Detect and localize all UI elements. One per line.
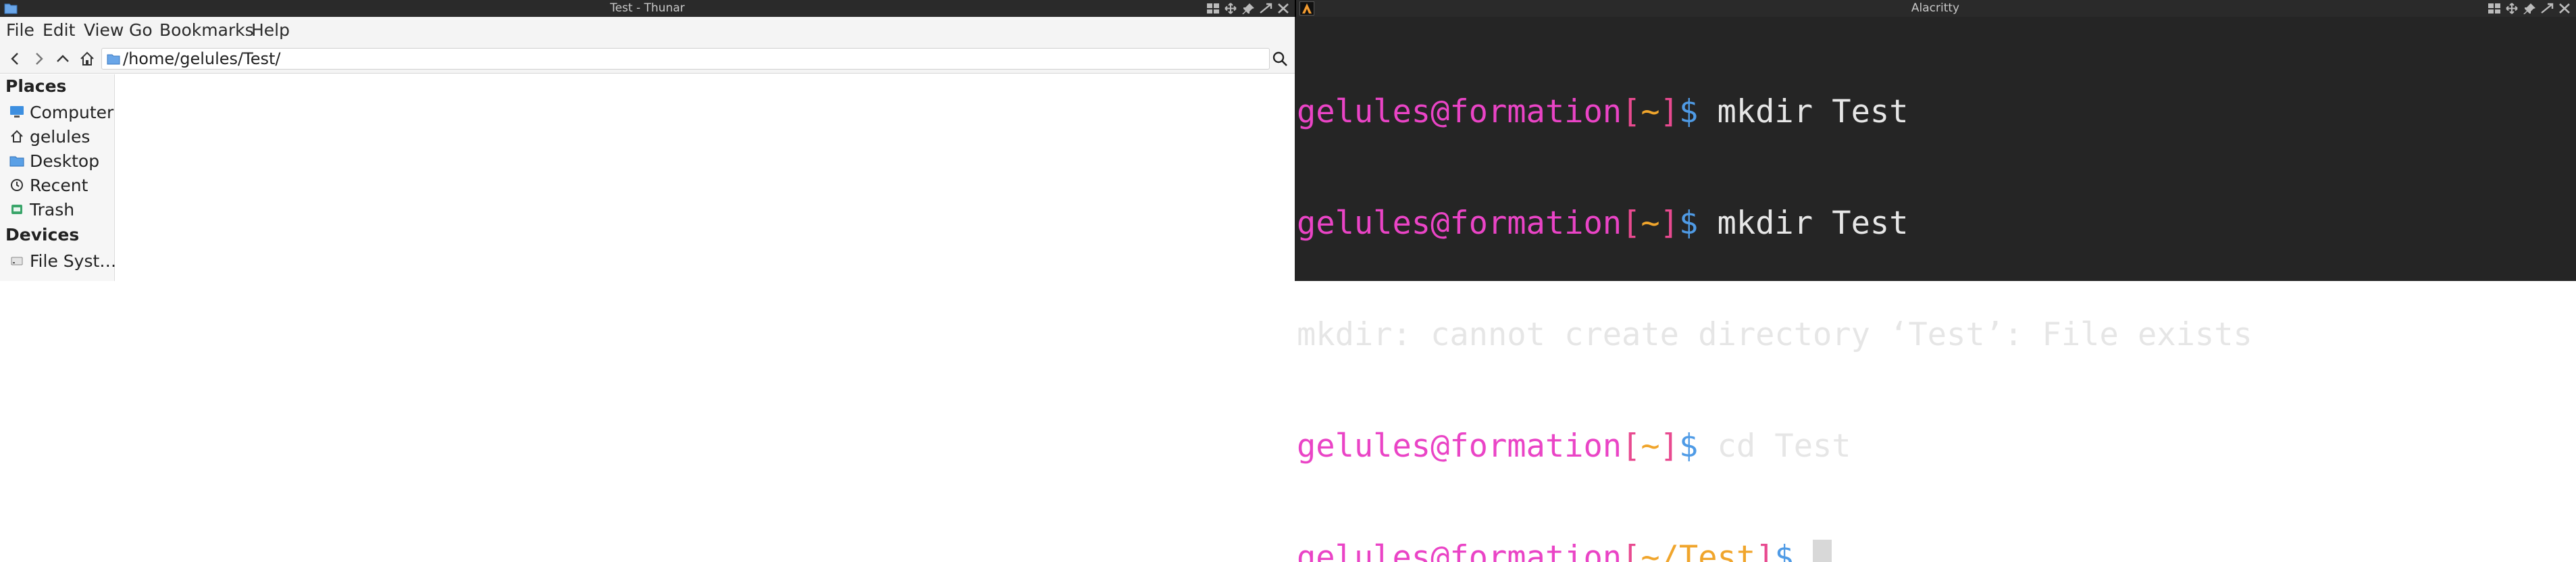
prompt-user: gelules (1297, 539, 1431, 562)
close-icon[interactable] (1277, 3, 1290, 14)
prompt-at: @ (1431, 205, 1450, 242)
prompt-host: formation (1449, 539, 1622, 562)
desktop-folder-icon (9, 153, 24, 168)
prompt-bracket: ] (1659, 93, 1679, 130)
parent-folder-button[interactable] (51, 47, 74, 70)
command-text (1794, 539, 1813, 562)
prompt-host: formation (1449, 205, 1622, 242)
prompt-host: formation (1449, 428, 1622, 465)
prompt-bracket: [ (1622, 539, 1641, 562)
sidebar-item-desktop[interactable]: Desktop (9, 149, 99, 172)
sidebar-item-recent[interactable]: Recent (9, 174, 88, 197)
menu-bookmarks[interactable]: Bookmarks (159, 17, 254, 44)
prompt-at: @ (1431, 539, 1450, 562)
sidebar-item-trash[interactable]: Trash (9, 198, 74, 221)
terminal-line: gelules@formation[~]$ mkdir Test (1297, 205, 2573, 242)
trash-icon (9, 202, 24, 217)
menu-help[interactable]: Help (251, 17, 290, 44)
folder-icon (107, 53, 120, 65)
sidebar-item-label: Computer (30, 102, 114, 122)
move-icon[interactable] (1224, 3, 1237, 14)
search-icon[interactable] (1268, 47, 1291, 70)
command-text: cd Test (1698, 428, 1851, 465)
command-text: mkdir Test (1698, 93, 1909, 130)
prompt-bracket: ] (1659, 205, 1679, 242)
prompt-path: ~ (1641, 428, 1660, 465)
prompt-path: ~ (1641, 205, 1660, 242)
menu-go[interactable]: Go (129, 17, 153, 44)
file-view[interactable] (115, 74, 1295, 281)
prompt-path: ~/Test (1641, 539, 1756, 562)
maximize-icon[interactable] (1259, 3, 1272, 14)
sidebar-item-computer[interactable]: Computer (9, 101, 113, 124)
prompt-dollar: $ (1678, 93, 1699, 130)
back-button[interactable] (4, 47, 27, 70)
prompt-dollar: $ (1678, 205, 1699, 242)
home-button[interactable] (76, 47, 99, 70)
computer-icon (9, 105, 24, 120)
prompt-bracket: ] (1755, 539, 1775, 562)
prompt-bracket: ] (1659, 428, 1679, 465)
terminal-line: mkdir: cannot create directory ‘Test’: F… (1297, 316, 2573, 353)
terminal-line: gelules@formation[~/Test]$ (1297, 539, 2573, 562)
prompt-bracket: [ (1622, 428, 1641, 465)
location-path[interactable]: /home/gelules/Test/ (123, 48, 280, 70)
menu-edit[interactable]: Edit (43, 17, 75, 44)
prompt-user: gelules (1297, 205, 1431, 242)
sidebar-item-gelules[interactable]: gelules (9, 125, 90, 148)
sidebar-item-filesystem[interactable]: File Syst… (9, 249, 116, 272)
terminal-cursor (1813, 540, 1832, 562)
clock-icon (9, 178, 24, 193)
terminal-line: gelules@formation[~]$ mkdir Test (1297, 93, 2573, 130)
prompt-bracket: [ (1622, 205, 1641, 242)
tile-layout-icon[interactable] (2488, 3, 2501, 14)
tile-layout-icon[interactable] (1206, 3, 1220, 14)
terminal-output[interactable]: gelules@formation[~]$ mkdir Test gelules… (1297, 19, 2573, 562)
command-text: mkdir Test (1698, 205, 1909, 242)
error-output: mkdir: cannot create directory ‘Test’: F… (1297, 316, 2252, 353)
terminal-line: gelules@formation[~]$ cd Test (1297, 428, 2573, 465)
sidebar-item-label: File Syst… (30, 251, 117, 271)
sidebar-item-label: Desktop (30, 151, 100, 171)
sidebar-item-label: Recent (30, 175, 88, 195)
window-title: Test - Thunar (610, 1, 685, 15)
prompt-at: @ (1431, 428, 1450, 465)
move-icon[interactable] (2505, 3, 2519, 14)
prompt-dollar: $ (1678, 428, 1699, 465)
pin-icon[interactable] (2523, 3, 2536, 15)
prompt-bracket: [ (1622, 93, 1641, 130)
home-icon (9, 129, 24, 144)
prompt-path: ~ (1641, 93, 1660, 130)
forward-button[interactable] (27, 47, 50, 70)
prompt-user: gelules (1297, 428, 1431, 465)
sidebar-heading-places: Places (5, 76, 67, 96)
maximize-icon[interactable] (2540, 3, 2554, 14)
prompt-at: @ (1431, 93, 1450, 130)
prompt-dollar: $ (1774, 539, 1794, 562)
pin-icon[interactable] (1241, 3, 1255, 15)
close-icon[interactable] (2558, 3, 2571, 14)
sidebar-item-label: gelules (30, 126, 91, 147)
sidebar-heading-devices: Devices (5, 225, 80, 245)
sidebar-item-label: Trash (30, 199, 75, 220)
menu-view[interactable]: View (84, 17, 124, 44)
drive-icon (9, 253, 24, 268)
prompt-host: formation (1449, 93, 1622, 130)
prompt-user: gelules (1297, 93, 1431, 130)
menu-file[interactable]: File (6, 17, 34, 44)
window-title: Alacritty (1911, 1, 1960, 15)
